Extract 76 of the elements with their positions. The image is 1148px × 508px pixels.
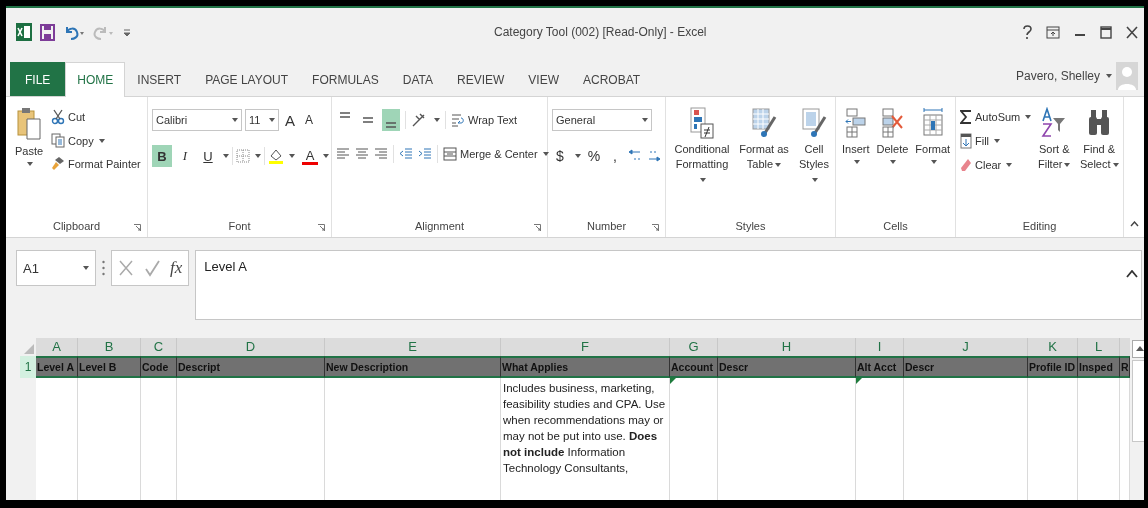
column-header[interactable]: J xyxy=(904,338,1028,356)
percent-button[interactable]: % xyxy=(586,145,602,167)
table-cell: Descr xyxy=(718,356,856,378)
cut-button[interactable]: Cut xyxy=(51,109,141,125)
table-cell: Level A xyxy=(36,356,78,378)
file-tab[interactable]: FILE xyxy=(10,62,66,96)
group-label: Styles xyxy=(735,220,766,232)
column-header[interactable]: D xyxy=(177,338,325,356)
table-cell: Descr xyxy=(904,356,1028,378)
ribbon-tab[interactable]: VIEW xyxy=(516,62,571,96)
group-label: Alignment xyxy=(415,220,464,232)
conditional-formatting-button[interactable]: Conditional Formatting xyxy=(670,103,734,187)
format-painter-button[interactable]: Format Painter xyxy=(51,156,141,171)
group-label: Number xyxy=(586,220,627,232)
insert-button[interactable]: Insert xyxy=(840,103,872,164)
delete-button[interactable]: Delete xyxy=(874,103,911,164)
ribbon-tab[interactable]: INSERT xyxy=(125,62,194,96)
fill-button[interactable]: Fill xyxy=(960,133,1032,149)
autosum-button[interactable]: AutoSum xyxy=(960,109,1032,125)
table-cell: Alt Acct xyxy=(856,356,904,378)
format-as-table-button[interactable]: Format as Table xyxy=(737,103,791,172)
table-cell: Level B xyxy=(78,356,141,378)
column-header[interactable]: H xyxy=(718,338,856,356)
italic-button[interactable]: I xyxy=(175,145,195,167)
column-header[interactable]: I xyxy=(856,338,904,356)
column-header[interactable]: F xyxy=(501,338,670,356)
comma-style-button[interactable]: , xyxy=(607,145,623,167)
font-size-field[interactable]: 11 xyxy=(245,109,279,131)
merge-center-button[interactable]: Merge & Center xyxy=(443,147,549,161)
grow-font-button[interactable]: A xyxy=(282,109,298,131)
window-title: Category Tool (002) [Read-Only] - Excel xyxy=(494,25,707,39)
user-name[interactable]: Pavero, Shelley xyxy=(1015,69,1100,83)
bold-button[interactable]: B xyxy=(152,145,172,167)
table-cell: New Description xyxy=(325,356,501,378)
table-cell: Account xyxy=(670,356,718,378)
paste-button[interactable]: Paste xyxy=(10,103,48,166)
ribbon-tab[interactable]: FORMULAS xyxy=(300,62,391,96)
column-header[interactable]: G xyxy=(670,338,718,356)
clear-button[interactable]: Clear xyxy=(960,157,1032,173)
group-label: Cells xyxy=(883,220,908,232)
column-header[interactable]: L xyxy=(1078,338,1120,356)
table-cell: What Applies xyxy=(501,356,670,378)
group-label: Editing xyxy=(1022,220,1057,232)
ribbon-tab[interactable]: PAGE LAYOUT xyxy=(193,62,301,96)
ribbon-tab[interactable]: DATA xyxy=(390,62,445,96)
format-button[interactable]: Format xyxy=(913,103,953,164)
row-header[interactable]: 1 xyxy=(20,356,36,378)
column-header[interactable]: E xyxy=(325,338,501,356)
name-box[interactable]: A1 xyxy=(16,250,96,286)
formula-input-field[interactable]: Level A xyxy=(195,250,1142,320)
table-cell: Code xyxy=(141,356,177,378)
ribbon-tab[interactable]: REVIEW xyxy=(445,62,517,96)
font-color-button[interactable]: A xyxy=(302,147,318,165)
font-name-field[interactable]: Calibri xyxy=(152,109,242,131)
find-select-button[interactable]: Find & Select xyxy=(1077,103,1122,172)
currency-button[interactable]: $ xyxy=(552,145,568,167)
cell-styles-button[interactable]: Cell Styles xyxy=(794,103,834,187)
group-label: Clipboard xyxy=(52,220,101,232)
table-cell: Descript xyxy=(177,356,325,378)
shrink-font-button[interactable]: A xyxy=(301,109,317,131)
copy-button[interactable]: Copy xyxy=(51,133,141,148)
group-label: Font xyxy=(228,220,251,232)
number-format-field[interactable]: General xyxy=(552,109,652,131)
table-cell: Includes business, marketing, feasibility studies and CPA. Use when recommendations may or may not be put into use. Does not include Information Technology Consultants, xyxy=(501,378,670,500)
column-header[interactable]: C xyxy=(141,338,177,356)
column-header[interactable]: A xyxy=(36,338,78,356)
wrap-text-button[interactable]: Wrap Text xyxy=(451,113,518,127)
table-cell: Profile ID xyxy=(1028,356,1078,378)
ribbon-tab[interactable]: ACROBAT xyxy=(571,62,653,96)
ribbon-tab[interactable]: HOME xyxy=(65,62,126,97)
table-cell: Insped xyxy=(1078,356,1120,378)
underline-button[interactable]: U xyxy=(198,145,218,167)
insert-function-button[interactable]: fx xyxy=(170,258,183,278)
column-header[interactable]: B xyxy=(78,338,141,356)
column-header[interactable]: K xyxy=(1028,338,1078,356)
sort-filter-button[interactable]: Sort & Filter xyxy=(1034,103,1075,172)
